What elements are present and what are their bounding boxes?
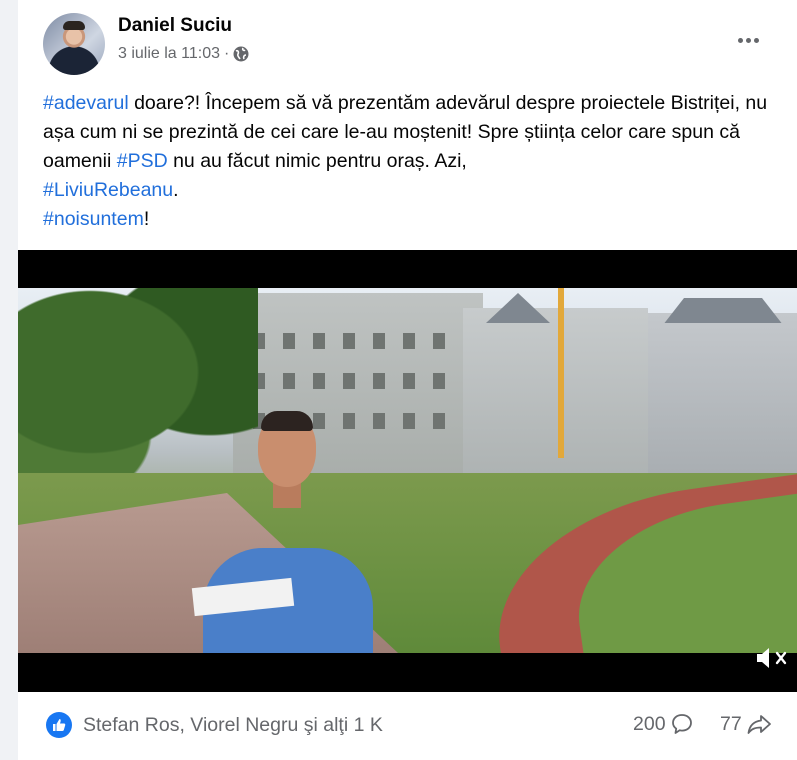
comments-count[interactable]: 200 — [633, 712, 694, 736]
volume-muted-icon[interactable] — [753, 643, 793, 673]
author-name[interactable]: Daniel Suciu — [118, 15, 232, 37]
post-text-part2: nu au făcut nimic pentru oraș. Azi, — [167, 150, 467, 172]
comment-icon — [671, 714, 692, 734]
hashtag-liviurebeanu[interactable]: #LiviuRebeanu — [43, 179, 173, 201]
video-frame[interactable] — [18, 288, 797, 653]
hashtag-adevarul[interactable]: #adevarul — [43, 92, 129, 114]
more-options-icon[interactable] — [730, 28, 766, 52]
post-text: #adevarul doare?! Începem să vă prezentă… — [43, 89, 783, 234]
hashtag-noisuntem[interactable]: #noisuntem — [43, 208, 144, 230]
post-timestamp[interactable]: 3 iulie la 11:03 — [118, 45, 220, 63]
post-text-part4: ! — [143, 208, 150, 230]
meta-separator: · — [224, 45, 230, 62]
post-meta: 3 iulie la 11:03 · — [118, 45, 249, 63]
hashtag-psd[interactable]: #PSD — [117, 150, 168, 172]
post-text-part3: . — [173, 179, 179, 201]
video-player[interactable] — [18, 250, 797, 692]
speaker-figure — [191, 411, 373, 653]
globe-icon[interactable] — [233, 46, 249, 62]
comments-count-value: 200 — [633, 712, 666, 735]
reactors-summary[interactable]: Stefan Ros, Viorel Negru şi alţi 1 K — [83, 714, 383, 737]
author-avatar[interactable] — [43, 13, 105, 75]
shares-count-value: 77 — [720, 712, 742, 735]
reactions-bar: Stefan Ros, Viorel Negru şi alţi 1 K 200… — [18, 692, 797, 760]
shares-count[interactable]: 77 — [720, 712, 772, 736]
post-card: Daniel Suciu 3 iulie la 11:03 · #adevaru… — [18, 0, 797, 760]
share-icon — [747, 715, 771, 734]
like-icon[interactable] — [46, 712, 72, 738]
